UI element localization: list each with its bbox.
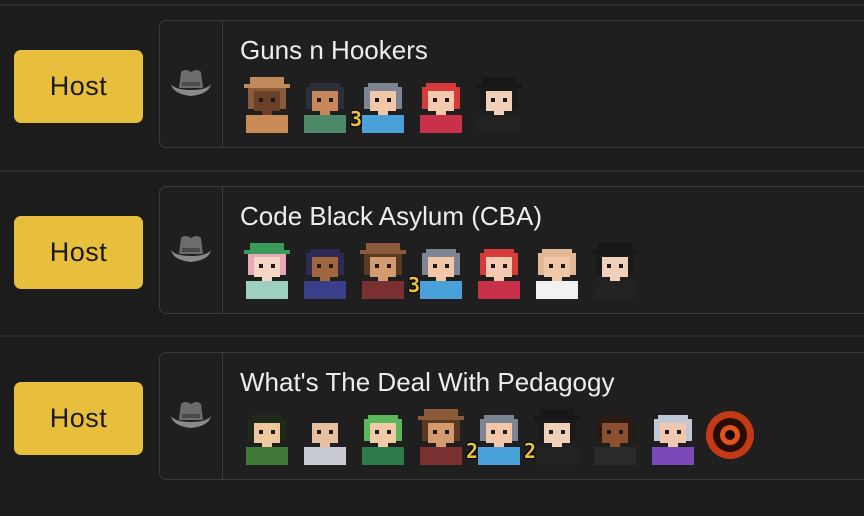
glasses-avatar: [296, 405, 354, 465]
curly-hair-woman-avatar: [586, 405, 644, 465]
host-button[interactable]: Host: [14, 216, 143, 289]
hat-cell: [160, 353, 223, 479]
game-row: Host What's The Deal With Pedagogy 2 2: [0, 350, 864, 516]
cowboy-avatar: [412, 405, 470, 465]
bald-man-avatar: [528, 239, 586, 299]
gray-hair-avatar: [470, 405, 528, 465]
red-hair-woman-avatar: [470, 239, 528, 299]
game-card[interactable]: What's The Deal With Pedagogy 2 2: [159, 352, 864, 480]
mafioso-avatar: [470, 73, 528, 133]
game-row: Host Guns n Hookers 3: [0, 18, 864, 184]
host-button[interactable]: Host: [14, 382, 143, 455]
sheriff-avatar: [238, 73, 296, 133]
cowboy-avatar: [354, 239, 412, 299]
avatar-count-badge: 3: [350, 107, 363, 131]
game-row: Host Code Black Asylum (CBA) 3: [0, 184, 864, 350]
old-wizard-avatar: [644, 405, 702, 465]
avatar-count-badge: 3: [408, 273, 421, 297]
avatar-count-badge: 2: [466, 439, 479, 463]
gray-hair-avatar: [412, 239, 470, 299]
mafioso-avatar: [586, 239, 644, 299]
gray-hair-avatar: [354, 73, 412, 133]
dark-hair-woman-avatar: [296, 239, 354, 299]
hat-cell: [160, 21, 223, 147]
adventurer-avatar: [296, 73, 354, 133]
dark-orb-avatar: [702, 405, 760, 465]
host-button[interactable]: Host: [14, 50, 143, 123]
row-divider: [0, 4, 864, 6]
elf-nurse-avatar: [238, 239, 296, 299]
cowboy-hat-icon: [171, 402, 211, 428]
game-card[interactable]: Code Black Asylum (CBA) 3: [159, 186, 864, 314]
green-coat-avatar: [238, 405, 296, 465]
avatar-count-badge: 2: [524, 439, 537, 463]
game-title: Code Black Asylum (CBA): [240, 201, 542, 231]
hat-cell: [160, 187, 223, 313]
cowboy-hat-icon: [171, 236, 211, 262]
red-hair-woman-avatar: [412, 73, 470, 133]
mafioso-avatar: [528, 405, 586, 465]
game-title: Guns n Hookers: [240, 35, 428, 65]
green-hair-avatar: [354, 405, 412, 465]
game-card[interactable]: Guns n Hookers 3: [159, 20, 864, 148]
cowboy-hat-icon: [171, 70, 211, 96]
game-title: What's The Deal With Pedagogy: [240, 367, 615, 397]
